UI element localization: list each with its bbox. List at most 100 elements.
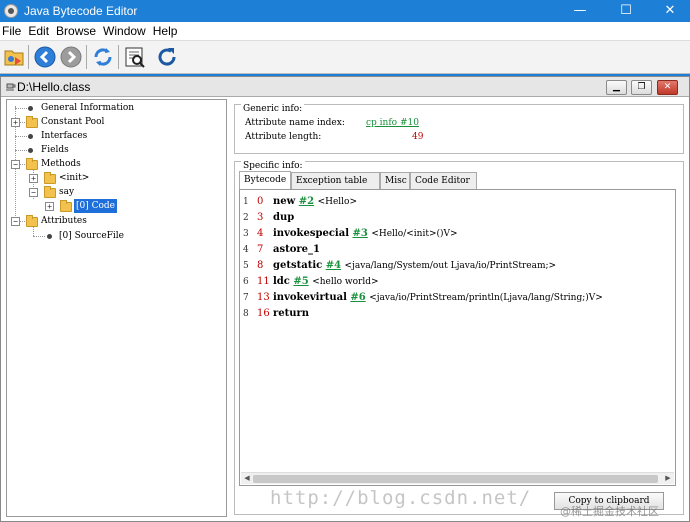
- expand-icon[interactable]: +: [29, 174, 38, 183]
- opcode: return: [273, 308, 310, 319]
- tree-node-code[interactable]: + [0] Code: [7, 199, 207, 213]
- frame-title-bar: D:\Hello.class ▁ ❐ ✕: [1, 77, 689, 97]
- folder-icon: [26, 215, 38, 227]
- expand-icon[interactable]: +: [11, 118, 20, 127]
- tab-bytecode[interactable]: Bytecode: [239, 171, 291, 189]
- class-tree: General Information + Constant Pool Inte…: [6, 99, 227, 517]
- menu-browse[interactable]: Browse: [54, 22, 98, 38]
- refresh-icon[interactable]: [91, 45, 115, 69]
- attr-length-label: Attribute length:: [245, 132, 322, 142]
- folder-icon: [26, 158, 38, 170]
- app-icon: [4, 4, 18, 18]
- opcode: invokevirtual: [273, 292, 347, 303]
- tab-exception-table[interactable]: Exception table: [291, 172, 380, 189]
- tree-node-methods[interactable]: − Methods: [7, 157, 207, 171]
- constant-pool-link[interactable]: #2: [299, 196, 314, 207]
- instruction-argument: <Hello>: [317, 197, 357, 207]
- opcode: new: [273, 196, 296, 207]
- menu-file[interactable]: File: [0, 22, 23, 38]
- collapse-icon[interactable]: −: [29, 188, 38, 197]
- constant-pool-link[interactable]: #5: [293, 276, 308, 287]
- bytecode-offset: 13: [257, 292, 270, 303]
- tree-node-constant-pool[interactable]: + Constant Pool: [7, 115, 207, 129]
- instruction-argument: <java/io/PrintStream/println(Ljava/lang/…: [369, 293, 603, 303]
- frame-close-button[interactable]: ✕: [657, 80, 678, 95]
- line-number: 1: [243, 197, 249, 207]
- maximize-button[interactable]: ☐: [604, 0, 648, 22]
- opcode: ldc: [273, 276, 290, 287]
- menu-window[interactable]: Window: [101, 22, 148, 38]
- opcode: astore_1: [273, 244, 320, 255]
- menu-bar: File Edit Browse Window Help: [0, 22, 690, 41]
- instruction: return: [273, 306, 309, 322]
- instruction-argument: <Hello/<init>()V>: [371, 229, 458, 239]
- opcode: dup: [273, 212, 295, 223]
- bytecode-offset: 16: [257, 308, 270, 319]
- folder-icon: [60, 200, 72, 212]
- line-number: 2: [243, 213, 249, 223]
- folder-icon: [44, 186, 56, 198]
- bytecode-view[interactable]: 1 0 new #2 <Hello> 2 3 dup 3 4 invokespecial #3 …: [239, 189, 676, 486]
- frame-title: D:\Hello.class: [17, 80, 91, 94]
- frame-restore-button[interactable]: ❐: [631, 80, 652, 95]
- instruction: new #2 <Hello>: [273, 194, 357, 210]
- line-number: 7: [243, 293, 249, 303]
- folder-icon: [26, 116, 38, 128]
- attr-name-index-link[interactable]: cp info #10: [366, 118, 419, 128]
- toolbar: [0, 41, 690, 74]
- tree-node-fields[interactable]: Fields: [7, 143, 207, 157]
- scroll-left-icon[interactable]: ◀: [242, 474, 252, 484]
- tree-node-say[interactable]: − say: [7, 185, 207, 199]
- folder-icon: [44, 172, 56, 184]
- attr-name-index-label: Attribute name index:: [245, 118, 345, 128]
- bytecode-offset: 7: [257, 244, 264, 255]
- instruction: astore_1: [273, 242, 320, 258]
- expand-icon[interactable]: +: [45, 202, 54, 211]
- instruction: invokespecial #3 <Hello/<init>()V>: [273, 226, 458, 242]
- back-icon[interactable]: [33, 45, 57, 69]
- frame-minimize-button[interactable]: ▁: [606, 80, 627, 95]
- bytecode-offset: 0: [257, 196, 264, 207]
- close-button[interactable]: ✕: [648, 0, 690, 22]
- attr-length-value: 49: [412, 132, 424, 142]
- horizontal-scrollbar[interactable]: ◀ ▶: [241, 472, 674, 484]
- scroll-right-icon[interactable]: ▶: [663, 474, 673, 484]
- open-icon[interactable]: [2, 45, 26, 69]
- instruction: dup: [273, 210, 294, 226]
- line-number: 8: [243, 309, 249, 319]
- minimize-button[interactable]: —: [558, 0, 602, 22]
- window-title: Java Bytecode Editor: [24, 4, 138, 18]
- bytecode-offset: 4: [257, 228, 264, 239]
- inspect-icon[interactable]: [123, 45, 147, 69]
- generic-info-group: Generic info:: [234, 104, 684, 154]
- instruction-argument: <hello world>: [312, 277, 379, 287]
- tab-misc[interactable]: Misc: [380, 172, 410, 189]
- menu-help[interactable]: Help: [151, 22, 180, 38]
- detail-panel: Generic info: Attribute name index: cp i…: [232, 99, 686, 517]
- reload-icon[interactable]: [155, 45, 179, 69]
- line-number: 3: [243, 229, 249, 239]
- tree-node-interfaces[interactable]: Interfaces: [7, 129, 207, 143]
- scroll-thumb[interactable]: [253, 475, 658, 483]
- tree-node-sourcefile[interactable]: [0] SourceFile: [7, 229, 207, 243]
- instruction-argument: <java/lang/System/out Ljava/io/PrintStre…: [344, 261, 557, 271]
- title-bar: Java Bytecode Editor — ☐ ✕: [0, 0, 690, 22]
- line-number: 4: [243, 245, 249, 255]
- constant-pool-link[interactable]: #4: [326, 260, 341, 271]
- instruction: invokevirtual #6 <java/io/PrintStream/pr…: [273, 290, 603, 306]
- class-file-frame: D:\Hello.class ▁ ❐ ✕ General Information…: [0, 76, 690, 522]
- collapse-icon[interactable]: −: [11, 217, 20, 226]
- instruction: getstatic #4 <java/lang/System/out Ljava…: [273, 258, 556, 274]
- constant-pool-link[interactable]: #3: [352, 228, 367, 239]
- tree-node-init[interactable]: + <init>: [7, 171, 207, 185]
- collapse-icon[interactable]: −: [11, 160, 20, 169]
- instruction: ldc #5 <hello world>: [273, 274, 379, 290]
- line-number: 6: [243, 277, 249, 287]
- forward-icon[interactable]: [59, 45, 83, 69]
- menu-edit[interactable]: Edit: [26, 22, 51, 38]
- tree-node-general-information[interactable]: General Information: [7, 101, 207, 115]
- tab-code-editor[interactable]: Code Editor: [410, 172, 477, 189]
- tree-node-attributes[interactable]: − Attributes: [7, 214, 207, 228]
- constant-pool-link[interactable]: #6: [350, 292, 365, 303]
- line-number: 5: [243, 261, 249, 271]
